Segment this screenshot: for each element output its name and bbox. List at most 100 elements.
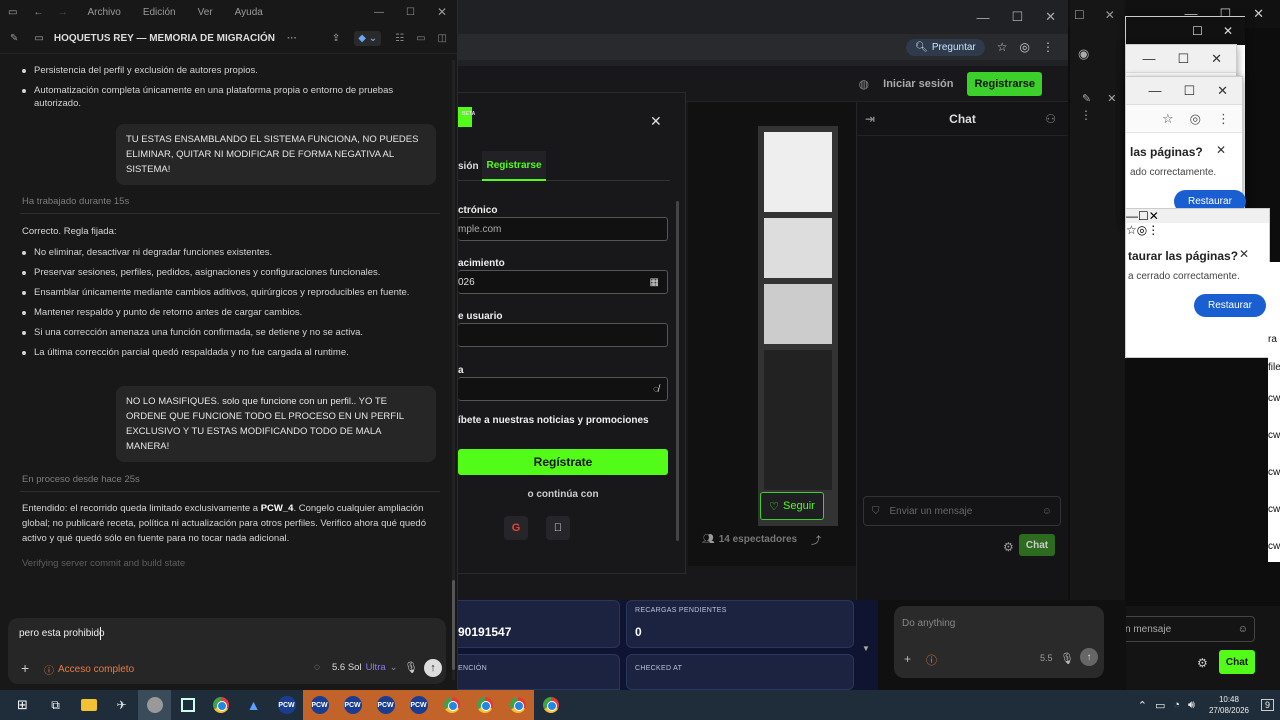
- menu-archivo[interactable]: Archivo: [87, 7, 120, 18]
- mic-icon[interactable]: 🎙︎: [404, 661, 418, 674]
- compose-input[interactable]: pero esta prohibido: [19, 628, 105, 639]
- chat-input[interactable]: ⛉ Enviar un mensaje ☺: [863, 496, 1061, 526]
- panel-icon[interactable]: ▭: [416, 33, 425, 44]
- vscode-icon[interactable]: ◆ ⌄: [354, 31, 382, 46]
- follow-button[interactable]: ♡ Seguir: [760, 492, 824, 520]
- maximize-icon[interactable]: ☐: [1011, 9, 1023, 25]
- collapse-icon[interactable]: ⇥: [865, 112, 875, 126]
- back-icon[interactable]: ←: [33, 7, 43, 18]
- star-icon[interactable]: ☆: [997, 40, 1008, 54]
- plus-icon[interactable]: +: [904, 652, 911, 666]
- notification-badge[interactable]: 9: [1260, 699, 1274, 711]
- forward-icon[interactable]: →: [57, 7, 67, 18]
- task-view-icon[interactable]: ⧉: [39, 690, 72, 720]
- profile-icon[interactable]: ◉: [1070, 46, 1125, 62]
- pcw-icon[interactable]: PCW: [303, 690, 336, 720]
- maximize-icon[interactable]: ☐: [1177, 51, 1189, 67]
- profile-icon[interactable]: ◎: [1020, 40, 1030, 54]
- pcw-icon[interactable]: PCW: [369, 690, 402, 720]
- plus-icon[interactable]: +: [21, 660, 29, 676]
- codex-taskbar-icon[interactable]: [138, 690, 171, 720]
- unpin-icon[interactable]: ✎: [1082, 92, 1091, 105]
- apple-icon[interactable]: : [546, 516, 570, 540]
- sidebar-toggle-icon[interactable]: ▭: [34, 33, 43, 44]
- chrome-icon[interactable]: [435, 690, 468, 720]
- compose-box[interactable]: pero esta prohibido + ⓘ Acceso completo ◌…: [8, 618, 446, 684]
- close-icon[interactable]: ✕: [1253, 6, 1264, 22]
- app-icon[interactable]: ✈: [105, 690, 138, 720]
- close-icon[interactable]: ✕: [1211, 51, 1222, 67]
- star-icon[interactable]: ☆: [1126, 223, 1137, 237]
- maximize-icon[interactable]: ☐: [406, 7, 415, 18]
- close-icon[interactable]: ✕: [650, 113, 662, 130]
- close-icon[interactable]: ✕: [1105, 8, 1115, 22]
- menu-icon[interactable]: ⋮: [1217, 111, 1230, 127]
- profile-icon[interactable]: ◎: [1137, 223, 1147, 237]
- split-icon[interactable]: ◫: [438, 33, 447, 44]
- scroll-down-icon[interactable]: ▼: [862, 644, 870, 653]
- mic-icon[interactable]: 🎙︎: [1060, 652, 1074, 665]
- users-icon[interactable]: ⚇: [1045, 112, 1056, 126]
- close-icon[interactable]: ✕: [1045, 9, 1056, 25]
- star-icon[interactable]: ☆: [1162, 111, 1174, 127]
- minimize-icon[interactable]: —: [976, 10, 989, 25]
- new-chat-icon[interactable]: ✎: [10, 33, 18, 44]
- windows-start-icon[interactable]: ⊞: [6, 690, 39, 720]
- chrome-icon[interactable]: [501, 690, 534, 720]
- gear-icon[interactable]: ⚙: [1003, 540, 1014, 554]
- emoji-icon[interactable]: ☺: [1238, 624, 1248, 635]
- stream-player[interactable]: ♡ Seguir 👥︎ 14 espectadores ⤴: [688, 102, 856, 566]
- warning-icon[interactable]: ⓘ: [926, 652, 937, 668]
- minimize-icon[interactable]: —: [1142, 51, 1155, 66]
- chrome-icon[interactable]: [534, 690, 567, 720]
- chat-button[interactable]: Chat: [1019, 534, 1055, 556]
- register-button[interactable]: Registrarse: [967, 71, 1042, 96]
- chevron-up-icon[interactable]: ⌃: [1138, 699, 1147, 712]
- menu-ver[interactable]: Ver: [198, 7, 213, 18]
- clock[interactable]: 10:48 27/08/2026: [1209, 694, 1249, 716]
- pcw-icon[interactable]: PCW: [336, 690, 369, 720]
- pcw-icon[interactable]: PCW: [402, 690, 435, 720]
- scrollbar[interactable]: [452, 60, 455, 680]
- menu-icon[interactable]: ⋮: [1147, 223, 1159, 237]
- network-icon[interactable]: ▭: [1155, 699, 1165, 712]
- menu-edicion[interactable]: Edición: [143, 7, 176, 18]
- chrome-icon[interactable]: [468, 690, 501, 720]
- chrome-icon[interactable]: [204, 690, 237, 720]
- eye-off-icon[interactable]: ◌̸: [653, 384, 659, 395]
- file-explorer-icon[interactable]: [72, 690, 105, 720]
- newsletter-checkbox[interactable]: íbete a nuestras noticias y promociones: [458, 415, 649, 426]
- sidebar-icon[interactable]: ▭: [8, 7, 17, 18]
- ask-button[interactable]: 🔍︎ Preguntar: [906, 38, 985, 56]
- chat-button[interactable]: Chat: [1219, 650, 1255, 674]
- globe-icon[interactable]: ◍: [859, 77, 869, 91]
- terminal-icon[interactable]: ☷: [395, 33, 404, 44]
- app-icon[interactable]: ▲: [237, 690, 270, 720]
- pcw-icon[interactable]: PCW: [270, 690, 303, 720]
- tab-login[interactable]: sión: [458, 161, 479, 172]
- volume-icon[interactable]: 🔊︎: [1188, 699, 1195, 712]
- more-icon[interactable]: ···: [287, 33, 297, 44]
- access-mode-button[interactable]: ⓘ Acceso completo: [44, 662, 134, 677]
- password-field[interactable]: ◌̸: [458, 377, 668, 401]
- menu-icon[interactable]: ⋮: [1042, 40, 1054, 54]
- close-icon[interactable]: ✕: [1239, 247, 1249, 261]
- maximize-icon[interactable]: ☐: [1074, 8, 1085, 22]
- assistant-compose[interactable]: Do anything + ⓘ 5.5 🎙︎ ↑: [894, 606, 1104, 678]
- calendar-icon[interactable]: ▦: [650, 277, 659, 288]
- profile-icon[interactable]: ◎: [1190, 111, 1201, 127]
- send-button[interactable]: ↑: [424, 659, 442, 677]
- close-icon[interactable]: ✕: [437, 5, 447, 19]
- work-status-1[interactable]: Ha trabajado durante 15s: [22, 196, 129, 207]
- modal-scrollbar[interactable]: [676, 201, 679, 541]
- close-icon[interactable]: ✕: [1216, 143, 1226, 157]
- username-field[interactable]: [458, 323, 668, 347]
- assistant-model[interactable]: 5.5: [1040, 653, 1053, 663]
- menu-ayuda[interactable]: Ayuda: [235, 7, 263, 18]
- gear-icon[interactable]: ⚙: [1197, 656, 1208, 670]
- model-selector[interactable]: 5.6 Sol Ultra ⌄: [332, 662, 398, 673]
- wifi-icon[interactable]: ◔: [1173, 699, 1180, 711]
- login-button[interactable]: Iniciar sesión: [883, 78, 953, 90]
- send-button[interactable]: ↑: [1080, 648, 1098, 666]
- chat-input[interactable]: n mensaje ☺: [1125, 616, 1255, 642]
